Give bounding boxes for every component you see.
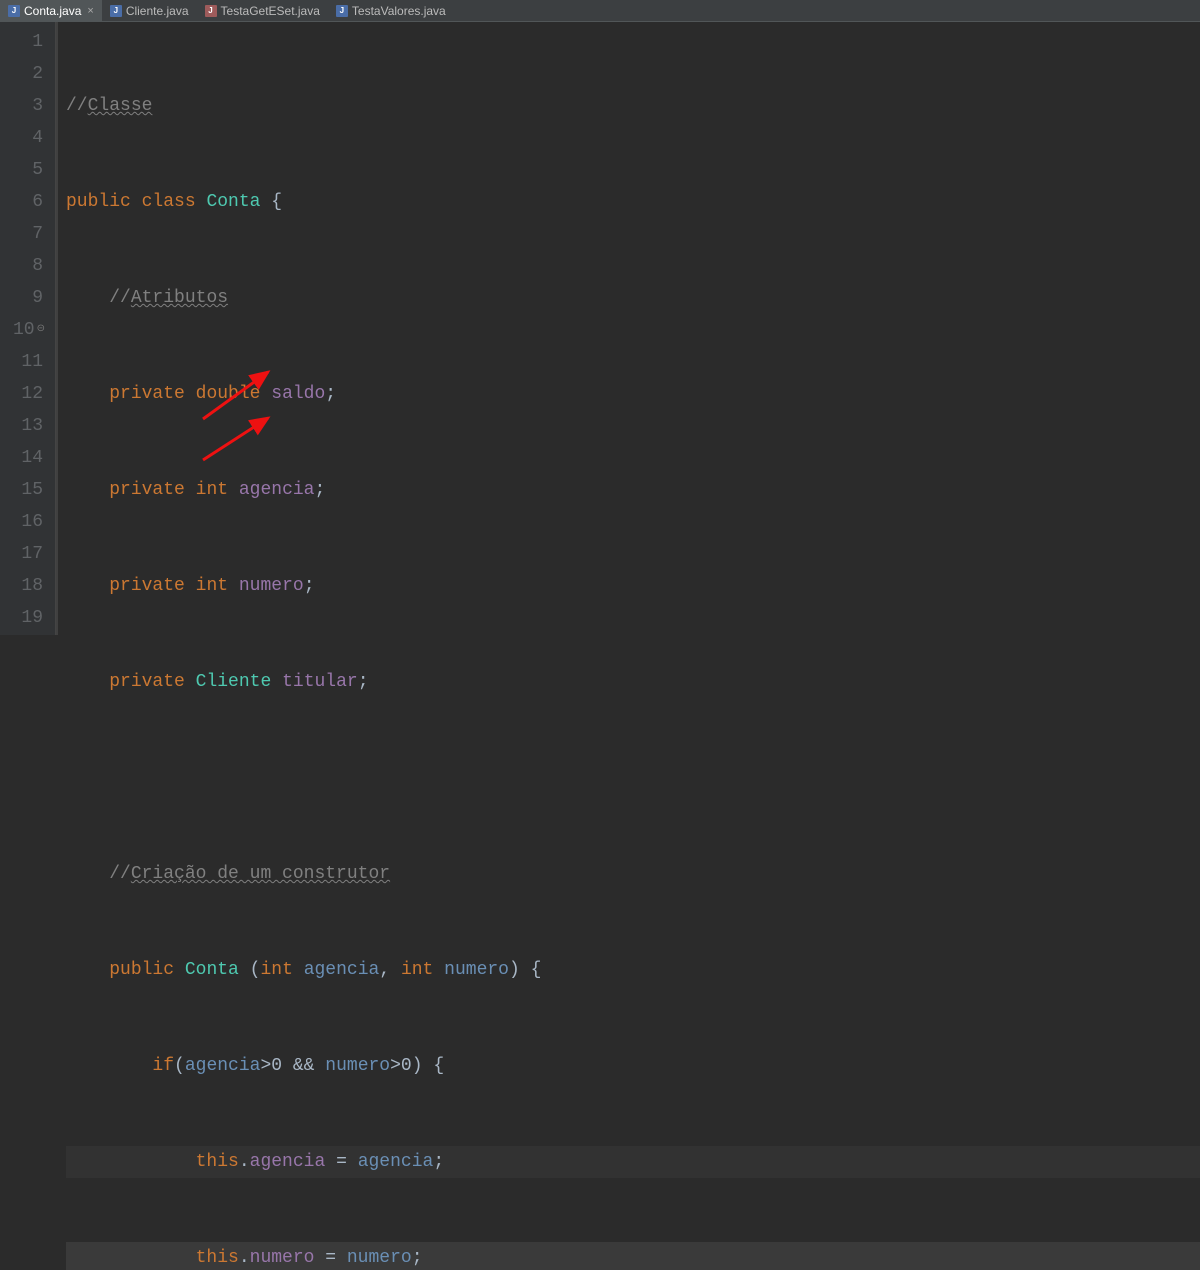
code-editor[interactable]: 1 2 3 4 5 6 7 8 9 10 11 12 13 14 15 16 1… <box>0 22 1200 635</box>
line-number-gutter: 1 2 3 4 5 6 7 8 9 10 11 12 13 14 15 16 1… <box>0 22 56 635</box>
line-number: 2 <box>4 58 43 90</box>
code-line: //Atributos <box>66 282 1200 314</box>
line-number: 9 <box>4 282 43 314</box>
line-number: 12 <box>4 378 43 410</box>
line-number: 17 <box>4 538 43 570</box>
tab-label: Conta.java <box>24 4 81 18</box>
tab-label: TestaGetESet.java <box>221 4 320 18</box>
line-number: 18 <box>4 570 43 602</box>
tab-testavalores[interactable]: J TestaValores.java <box>328 0 454 21</box>
line-number: 13 <box>4 410 43 442</box>
tab-label: Cliente.java <box>126 4 189 18</box>
line-number: 15 <box>4 474 43 506</box>
java-file-icon: J <box>336 5 348 17</box>
tab-label: TestaValores.java <box>352 4 446 18</box>
code-line <box>66 762 1200 794</box>
line-number: 10 <box>4 314 43 346</box>
java-run-file-icon: J <box>205 5 217 17</box>
line-number: 6 <box>4 186 43 218</box>
line-number: 1 <box>4 26 43 58</box>
line-number: 11 <box>4 346 43 378</box>
code-line: private Cliente titular; <box>66 666 1200 698</box>
line-number: 7 <box>4 218 43 250</box>
code-line: public class Conta { <box>66 186 1200 218</box>
line-number: 4 <box>4 122 43 154</box>
line-number: 5 <box>4 154 43 186</box>
code-area[interactable]: //Classe public class Conta { //Atributo… <box>56 22 1200 635</box>
line-number: 8 <box>4 250 43 282</box>
code-line: //Criação de um construtor <box>66 858 1200 890</box>
line-number: 14 <box>4 442 43 474</box>
code-line: if(agencia>0 && numero>0) { <box>66 1050 1200 1082</box>
tab-cliente[interactable]: J Cliente.java <box>102 0 197 21</box>
tab-testagetset[interactable]: J TestaGetESet.java <box>197 0 328 21</box>
editor-tabbar: J Conta.java × J Cliente.java J TestaGet… <box>0 0 1200 22</box>
java-file-icon: J <box>110 5 122 17</box>
code-line: private int numero; <box>66 570 1200 602</box>
tab-conta[interactable]: J Conta.java × <box>0 0 102 21</box>
java-file-icon: J <box>8 5 20 17</box>
code-line: private double saldo; <box>66 378 1200 410</box>
code-line: this.numero = numero; <box>66 1242 1200 1270</box>
annotation-arrow-icon <box>198 410 278 465</box>
close-icon[interactable]: × <box>87 5 93 17</box>
code-line: this.agencia = agencia; <box>66 1146 1200 1178</box>
line-number: 16 <box>4 506 43 538</box>
code-line: //Classe <box>66 90 1200 122</box>
line-number: 3 <box>4 90 43 122</box>
code-line: public Conta (int agencia, int numero) { <box>66 954 1200 986</box>
line-number: 19 <box>4 602 43 634</box>
code-line: private int agencia; <box>66 474 1200 506</box>
